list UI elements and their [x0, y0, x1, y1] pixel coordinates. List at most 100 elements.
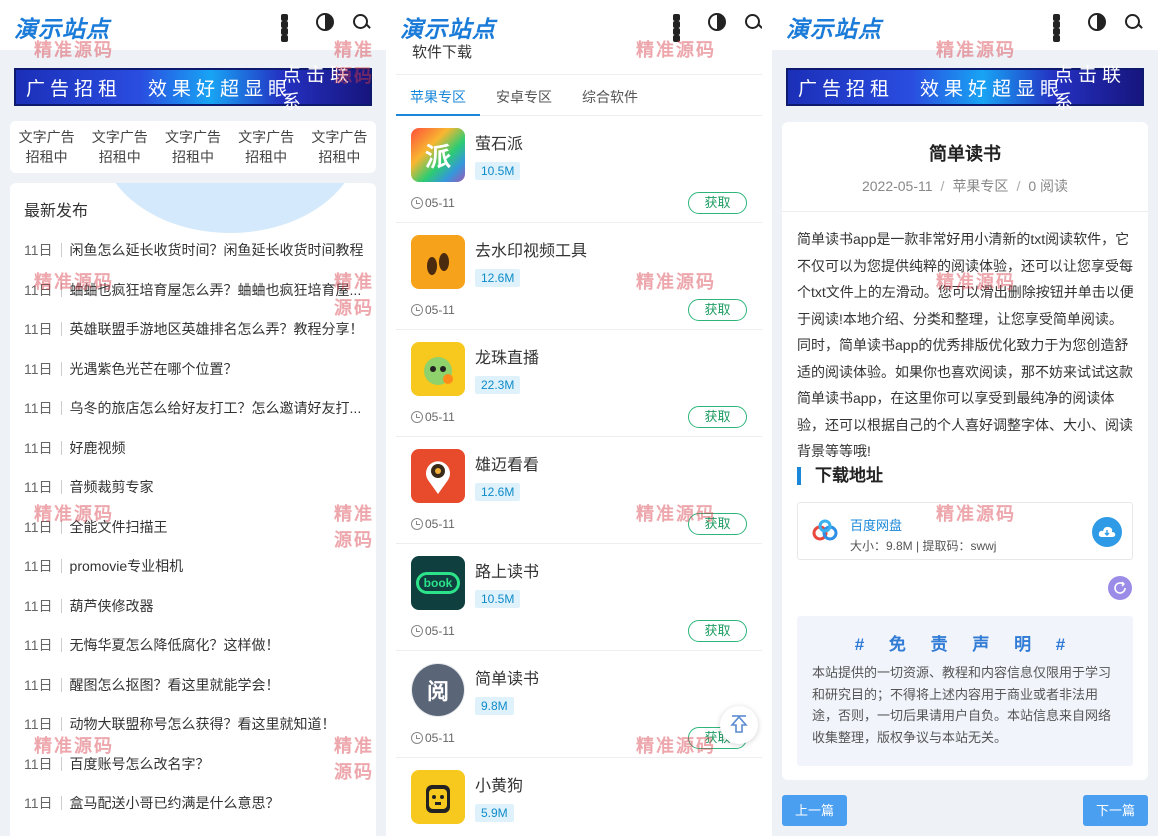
list-item[interactable]: 11日 葫芦侠修改器 [24, 597, 368, 637]
disclaimer-box: # 免 责 声 明 # 本站提供的一切资源、教程和内容信息仅限用于学习和研究目的… [797, 616, 1133, 766]
app-name[interactable]: 简单读书 [475, 665, 539, 689]
item-title[interactable]: 全能文件扫描王 [70, 518, 168, 536]
search-icon[interactable] [352, 13, 370, 31]
grid-icon[interactable] [280, 13, 298, 42]
app-row[interactable]: 小黄狗 5.9M [396, 758, 762, 836]
item-title[interactable]: 光遇紫色光芒在哪个位置？ [70, 360, 238, 378]
ad-banner[interactable]: 广告招租 效果好超显眼 点击联系 [14, 65, 372, 113]
item-title[interactable]: 无悔华夏怎么降低腐化？这样做！ [70, 636, 280, 654]
download-link[interactable]: 百度网盘 [850, 515, 902, 534]
site-logo[interactable]: 演示站点 [786, 10, 882, 44]
prev-article-button[interactable]: 上一篇 [782, 795, 847, 826]
app-icon[interactable]: 阅 [411, 663, 465, 717]
list-item[interactable]: 11日 好鹿视频 [24, 439, 368, 479]
app-row[interactable]: 派萤石派 10.5M 05-11 获取 [396, 116, 762, 223]
article-panel: 演示站点 广告招租 效果好超显眼 点击联系 简单读书 2022-05-11/苹果… [772, 0, 1158, 836]
tab-android[interactable]: 安卓专区 [496, 75, 552, 115]
app-name[interactable]: 雄迈看看 [475, 451, 539, 475]
grid-icon[interactable] [1052, 13, 1070, 42]
list-item[interactable]: 11日 闲鱼怎么延长收货时间？闲鱼延长收货时间教程 [24, 241, 368, 281]
list-item[interactable]: 11日 乌冬的旅店怎么给好友打工？怎么邀请好友打... [24, 399, 368, 439]
app-size-badge: 12.6M [475, 269, 521, 287]
app-name[interactable]: 龙珠直播 [475, 344, 539, 368]
article-category[interactable]: 苹果专区 [952, 178, 1008, 194]
list-item[interactable]: 11日 醒图怎么抠图？看这里就能学会！ [24, 676, 368, 716]
item-title[interactable]: 蛐蛐也疯狂培育屋怎么弄？蛐蛐也疯狂培育屋... [70, 281, 362, 299]
get-button[interactable]: 获取 [688, 513, 747, 535]
app-size-badge: 5.9M [475, 804, 514, 822]
list-item[interactable]: 11日 无悔华夏怎么降低腐化？这样做！ [24, 636, 368, 676]
contrast-icon[interactable] [316, 13, 334, 31]
grid-icon[interactable] [672, 13, 690, 42]
tab-apple[interactable]: 苹果专区 [396, 75, 480, 116]
article-date: 2022-05-11 [861, 178, 933, 194]
next-article-button[interactable]: 下一篇 [1083, 795, 1148, 826]
text-ad[interactable]: 文字广告 招租中 [304, 127, 374, 167]
share-icon[interactable] [1108, 576, 1132, 600]
search-icon[interactable] [1124, 13, 1142, 31]
get-button[interactable]: 获取 [688, 192, 747, 214]
item-title[interactable]: 乌冬的旅店怎么给好友打工？怎么邀请好友打... [70, 399, 362, 417]
app-row[interactable]: book 路上读书 10.5M 05-11 获取 [396, 544, 762, 651]
text-ad[interactable]: 文字广告 招租中 [85, 127, 155, 167]
ad-banner[interactable]: 广告招租 效果好超显眼 点击联系 [786, 65, 1144, 113]
text-ad[interactable]: 文字广告 招租中 [158, 127, 228, 167]
list-item[interactable]: 11日 光遇紫色光芒在哪个位置？ [24, 360, 368, 400]
item-title[interactable]: 醒图怎么抠图？看这里就能学会！ [70, 676, 280, 694]
app-icon[interactable]: 派 [411, 128, 465, 182]
search-icon[interactable] [744, 13, 762, 31]
contrast-icon[interactable] [708, 13, 726, 31]
list-item[interactable]: 11日 盒马配送小哥已约满是什么意思？ [24, 794, 368, 834]
app-icon[interactable] [411, 770, 465, 824]
app-name[interactable]: 路上读书 [475, 558, 539, 582]
app-row[interactable]: 阅简单读书 9.8M 05-11 获取 [396, 651, 762, 758]
list-item[interactable]: 11日 百度账号怎么改名字？ [24, 755, 368, 795]
cloud-download-icon[interactable] [1092, 517, 1122, 547]
item-day: 11日 [24, 243, 62, 257]
item-title[interactable]: 闲鱼怎么延长收货时间？闲鱼延长收货时间教程 [70, 241, 364, 259]
screenshot: 演示站点 广告招租 效果好超显眼 点击联系 文字广告 招租中 文字广告 招租中 文字… [0, 0, 1158, 836]
item-title[interactable]: 百度账号怎么改名字？ [70, 755, 210, 773]
site-logo[interactable]: 演示站点 [14, 10, 110, 44]
list-item[interactable]: 11日 英雄联盟手游地区英雄排名怎么弄？教程分享！ [24, 320, 368, 360]
tab-general[interactable]: 综合软件 [582, 75, 638, 115]
item-title[interactable]: 葫芦侠修改器 [70, 597, 154, 615]
list-item[interactable]: 11日 全能文件扫描王 [24, 518, 368, 558]
item-title[interactable]: 动物大联盟称号怎么获得？看这里就知道！ [70, 715, 336, 733]
get-button[interactable]: 获取 [688, 620, 747, 642]
article-meta: 2022-05-11/苹果专区/0 阅读 [861, 178, 1069, 194]
disclaimer-title: # 免 责 声 明 # [854, 635, 1076, 654]
item-day: 11日 [24, 796, 62, 810]
item-title[interactable]: 盒马配送小哥已约满是什么意思？ [70, 794, 280, 812]
item-title[interactable]: promovie专业相机 [70, 557, 184, 575]
list-item[interactable]: 11日 动物大联盟称号怎么获得？看这里就知道！ [24, 715, 368, 755]
app-icon[interactable] [411, 449, 465, 503]
app-icon[interactable] [411, 235, 465, 289]
item-title[interactable]: 音频裁剪专家 [70, 478, 154, 496]
get-button[interactable]: 获取 [688, 299, 747, 321]
item-day: 11日 [24, 677, 62, 692]
list-item[interactable]: 11日 音频裁剪专家 [24, 478, 368, 518]
text-ad[interactable]: 文字广告 招租中 [12, 127, 82, 167]
app-icon[interactable] [411, 342, 465, 396]
app-size-badge: 9.8M [475, 697, 514, 715]
back-to-top-button[interactable] [720, 706, 758, 744]
app-row[interactable]: 雄迈看看 12.6M 05-11 获取 [396, 437, 762, 544]
item-title[interactable]: 英雄联盟手游地区英雄排名怎么弄？教程分享！ [70, 320, 364, 338]
list-item[interactable]: 11日 promovie专业相机 [24, 557, 368, 597]
item-day: 11日 [24, 480, 62, 494]
clock-icon [411, 197, 423, 209]
site-logo[interactable]: 演示站点 [400, 10, 496, 44]
app-name[interactable]: 萤石派 [475, 130, 523, 154]
app-name[interactable]: 小黄狗 [475, 772, 523, 796]
list-item[interactable]: 11日 蛐蛐也疯狂培育屋怎么弄？蛐蛐也疯狂培育屋... [24, 281, 368, 321]
app-name[interactable]: 去水印视频工具 [475, 237, 587, 261]
app-row[interactable]: 去水印视频工具 12.6M 05-11 获取 [396, 223, 762, 330]
get-button[interactable]: 获取 [688, 406, 747, 428]
item-title[interactable]: 好鹿视频 [70, 439, 126, 457]
app-date: 05-11 [411, 731, 455, 745]
app-row[interactable]: 龙珠直播 22.3M 05-11 获取 [396, 330, 762, 437]
app-icon[interactable]: book [411, 556, 465, 610]
contrast-icon[interactable] [1088, 13, 1106, 31]
text-ad[interactable]: 文字广告 招租中 [231, 127, 301, 167]
